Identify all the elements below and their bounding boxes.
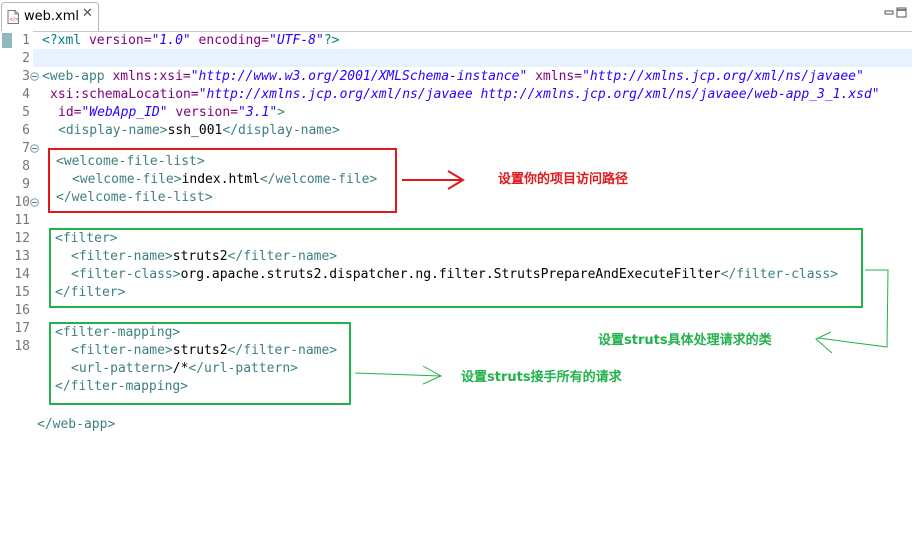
welcome-file-annotation: 设置你的项目访问路径 bbox=[498, 172, 629, 187]
filter-class-annotation: 设置struts具体处理请求的类 bbox=[598, 333, 772, 348]
filter-mapping-annotation: 设置struts接手所有的请求 bbox=[461, 370, 622, 385]
annotation-arrows bbox=[354, 170, 889, 385]
green-arrow-icon bbox=[354, 365, 443, 385]
red-arrow-icon bbox=[402, 170, 465, 190]
green-bracket-arrow-icon bbox=[815, 269, 889, 354]
